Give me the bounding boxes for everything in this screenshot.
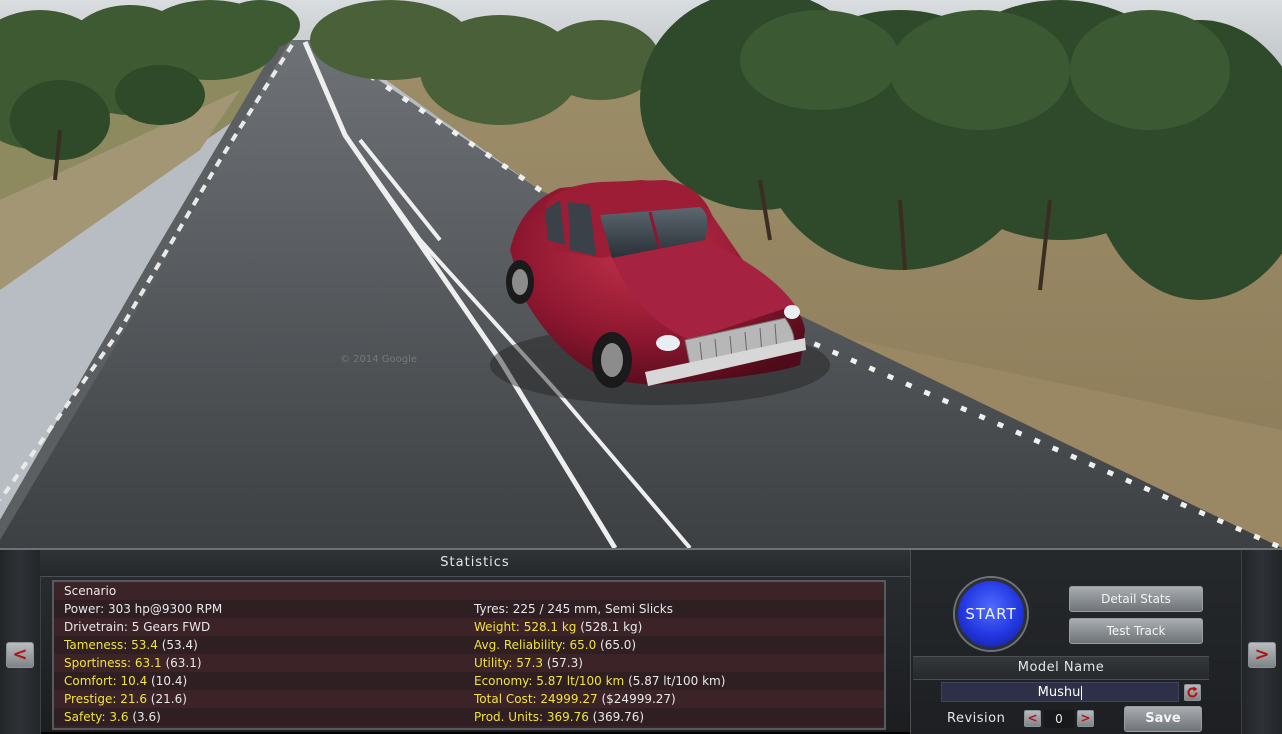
stats-paren-value: (528.1 kg) xyxy=(580,620,643,634)
stats-paren-value: (369.76) xyxy=(592,710,645,724)
stats-paren-value: (10.4) xyxy=(151,674,188,688)
stats-value: 57.3 xyxy=(516,656,544,670)
stats-label: Sportiness: xyxy=(64,656,132,670)
stats-value: 3.6 xyxy=(109,710,129,724)
stats-paren-value: (57.3) xyxy=(546,656,583,670)
revision-label: Revision xyxy=(947,711,1006,726)
stats-value: 225 / 245 mm, Semi Slicks xyxy=(512,602,673,616)
stats-right-cell: Economy: 5.87 lt/100 km (5.87 lt/100 km) xyxy=(474,672,725,690)
stats-left-cell: Comfort: 10.4 (10.4) xyxy=(64,672,187,690)
model-name-header: Model Name xyxy=(913,656,1209,680)
revision-value: 0 xyxy=(1044,710,1074,728)
refresh-icon xyxy=(1187,686,1198,698)
stats-paren-value: (63.1) xyxy=(165,656,202,670)
stats-row: Scenario xyxy=(54,582,884,600)
stats-left-cell: Drivetrain: 5 Gears FWD xyxy=(64,618,210,636)
stats-left-cell: Safety: 3.6 (3.6) xyxy=(64,708,161,726)
stats-row: Tameness: 53.4 (53.4) Avg. Reliability: … xyxy=(54,636,884,654)
stats-label: Tameness: xyxy=(64,638,128,652)
stats-value: 21.6 xyxy=(120,692,147,706)
stats-label: Comfort: xyxy=(64,674,117,688)
stats-value: 10.4 xyxy=(120,674,148,688)
statistics-table: Scenario Power: 303 hp@9300 RPM Tyres: 2… xyxy=(52,580,886,730)
stats-paren-value: (3.6) xyxy=(132,710,161,724)
stats-row: Comfort: 10.4 (10.4) Economy: 5.87 lt/10… xyxy=(54,672,884,690)
detail-stats-button[interactable]: Detail Stats xyxy=(1069,586,1203,612)
stats-right-cell: Utility: 57.3 (57.3) xyxy=(474,654,583,672)
left-nav-column: < xyxy=(0,550,41,734)
stats-label: Power: xyxy=(64,602,105,616)
stats-right-cell: Weight: 528.1 kg (528.1 kg) xyxy=(474,618,642,636)
test-track-button[interactable]: Test Track xyxy=(1069,618,1203,644)
model-name-input[interactable]: Mushu xyxy=(941,682,1179,702)
stats-row: Sportiness: 63.1 (63.1) Utility: 57.3 (5… xyxy=(54,654,884,672)
stats-paren-value: (5.87 lt/100 km) xyxy=(628,674,726,688)
stats-label: Economy: xyxy=(474,674,533,688)
randomize-name-button[interactable] xyxy=(1184,684,1201,701)
stats-label: Weight: xyxy=(474,620,520,634)
statistics-title: Statistics xyxy=(40,550,910,577)
model-name-value: Mushu xyxy=(1037,685,1081,700)
stats-label: Avg. Reliability: xyxy=(474,638,566,652)
prev-page-button[interactable]: < xyxy=(6,642,34,668)
save-button[interactable]: Save xyxy=(1124,706,1202,732)
stats-row: Drivetrain: 5 Gears FWD Weight: 528.1 kg… xyxy=(54,618,884,636)
stats-label: Scenario xyxy=(64,584,117,598)
stats-left-cell: Prestige: 21.6 (21.6) xyxy=(64,690,187,708)
stats-left-cell: Sportiness: 63.1 (63.1) xyxy=(64,654,202,672)
stats-right-cell: Prod. Units: 369.76 (369.76) xyxy=(474,708,644,726)
revision-increment-button[interactable]: > xyxy=(1077,710,1094,727)
right-nav-column: > xyxy=(1241,550,1282,734)
map-watermark: © 2014 Google xyxy=(340,354,417,365)
scene-view: © 2014 Google xyxy=(0,0,1282,548)
next-page-button[interactable]: > xyxy=(1248,642,1276,668)
stats-left-cell: Power: 303 hp@9300 RPM xyxy=(64,600,222,618)
controls-area: START Detail Stats Test Track Model Name… xyxy=(910,550,1241,734)
stats-value: 65.0 xyxy=(569,638,597,652)
stats-value: 24999.27 xyxy=(540,692,598,706)
stats-label: Prod. Units: xyxy=(474,710,544,724)
stats-right-cell: Total Cost: 24999.27 ($24999.27) xyxy=(474,690,676,708)
stats-right-cell: Avg. Reliability: 65.0 (65.0) xyxy=(474,636,636,654)
stats-row: Prestige: 21.6 (21.6) Total Cost: 24999.… xyxy=(54,690,884,708)
stats-value: 528.1 kg xyxy=(523,620,577,634)
start-button[interactable]: START xyxy=(955,578,1027,650)
stats-label: Prestige: xyxy=(64,692,117,706)
stats-paren-value: ($24999.27) xyxy=(601,692,676,706)
stats-paren-value: (53.4) xyxy=(161,638,198,652)
stats-label: Tyres: xyxy=(474,602,509,616)
revision-decrement-button[interactable]: < xyxy=(1024,710,1041,727)
text-caret xyxy=(1081,685,1083,700)
stats-row: Power: 303 hp@9300 RPM Tyres: 225 / 245 … xyxy=(54,600,884,618)
stats-right-cell: Tyres: 225 / 245 mm, Semi Slicks xyxy=(474,600,673,618)
stats-left-cell: Scenario xyxy=(64,582,116,600)
stats-row: Safety: 3.6 (3.6) Prod. Units: 369.76 (3… xyxy=(54,708,884,726)
stats-value: 5 Gears FWD xyxy=(131,620,211,634)
stats-paren-value: (65.0) xyxy=(600,638,637,652)
stats-value: 5.87 lt/100 km xyxy=(536,674,625,688)
stats-value: 303 hp@9300 RPM xyxy=(107,602,223,616)
stats-label: Utility: xyxy=(474,656,513,670)
stats-label: Total Cost: xyxy=(474,692,537,706)
road-scene: © 2014 Google xyxy=(0,0,1282,548)
stats-paren-value: (21.6) xyxy=(150,692,187,706)
stats-value: 53.4 xyxy=(131,638,158,652)
stats-value: 369.76 xyxy=(546,710,589,724)
stats-left-cell: Tameness: 53.4 (53.4) xyxy=(64,636,198,654)
stats-label: Safety: xyxy=(64,710,106,724)
bottom-panel: < Statistics Scenario Power: 303 hp@9300… xyxy=(0,548,1282,734)
stats-label: Drivetrain: xyxy=(64,620,128,634)
stats-value: 63.1 xyxy=(134,656,162,670)
